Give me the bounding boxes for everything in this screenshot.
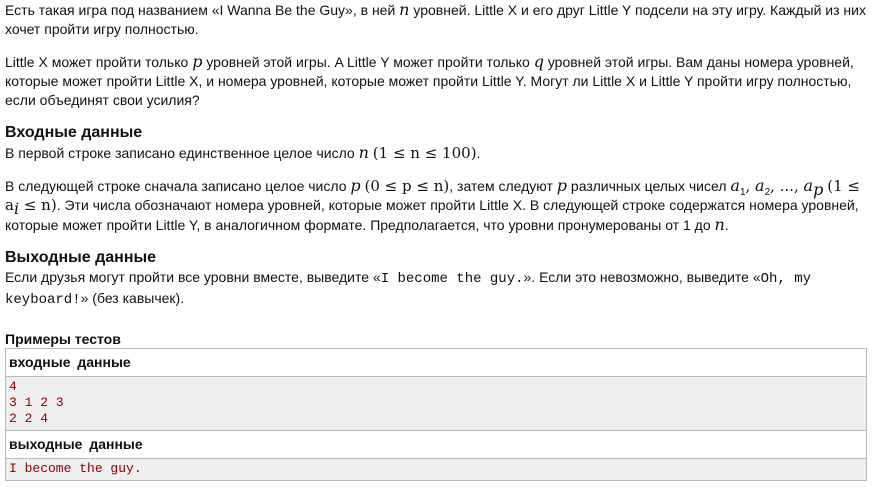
- output-section-title: Выходные данные: [5, 249, 157, 266]
- var-n: n: [714, 215, 725, 234]
- answer-yes: I become the guy.: [380, 271, 524, 287]
- var-p: p: [350, 176, 361, 195]
- statement-paragraph-1: Есть такая игра под названием «I Wanna B…: [5, 0, 867, 39]
- output-text: Если друзья могут пройти все уровни вмес…: [5, 268, 867, 310]
- separator: , ...,: [770, 177, 804, 195]
- text: . Эти числа обозначают номера уровней, к…: [5, 197, 859, 233]
- sample-output-label: выходные данные: [6, 430, 866, 459]
- statement-paragraph-2: Little X может пройти только p уровней э…: [5, 52, 867, 110]
- var-n: n: [399, 0, 410, 19]
- constraint-n: (1 ≤ n ≤ 100): [372, 144, 477, 162]
- text: уровней этой игры. A Little Y может прой…: [202, 54, 534, 70]
- input-section-title: Входные данные: [5, 124, 143, 141]
- text: Little X может пройти только: [5, 54, 193, 70]
- text: .: [476, 145, 481, 161]
- var-a: a: [803, 176, 814, 195]
- sample-test: входные данные 4 3 1 2 3 2 2 4 выходные …: [5, 348, 867, 481]
- var-a: a: [755, 176, 765, 195]
- sample-input-value[interactable]: 4 3 1 2 3 2 2 4: [6, 377, 866, 430]
- problem-statement: Есть такая игра под названием «I Wanna B…: [0, 0, 867, 481]
- text: » (без кавычек).: [80, 290, 185, 306]
- var-n: n: [358, 143, 369, 162]
- constraint-p: (0 ≤ p ≤ n): [364, 177, 450, 195]
- constraint-a-end: ≤ n): [19, 196, 57, 214]
- input-line-2: В следующей строке сначала записано цело…: [5, 176, 867, 235]
- var-q: q: [533, 52, 544, 71]
- var-p: p: [556, 176, 568, 195]
- text: В следующей строке сначала записано цело…: [5, 178, 351, 194]
- text: Есть такая игра под названием «I Wanna B…: [5, 2, 400, 18]
- text: В первой строке записано единственное це…: [5, 145, 359, 161]
- text: ». Если это невозможно, выведите «: [523, 269, 761, 285]
- separator: ,: [745, 177, 756, 195]
- text: различных целых чисел: [567, 178, 731, 194]
- sample-input-label: входные данные: [6, 349, 866, 377]
- var-a: a: [730, 176, 740, 195]
- samples-title: Примеры тестов: [5, 331, 121, 347]
- text: , затем следуют: [449, 178, 557, 194]
- subscript: p: [813, 179, 824, 199]
- var-p: p: [192, 52, 203, 71]
- input-line-1: В первой строке записано единственное це…: [5, 143, 867, 163]
- sample-output-value[interactable]: I become the guy.: [6, 459, 866, 480]
- text: Если друзья могут пройти все уровни вмес…: [5, 269, 381, 285]
- text: .: [724, 217, 729, 233]
